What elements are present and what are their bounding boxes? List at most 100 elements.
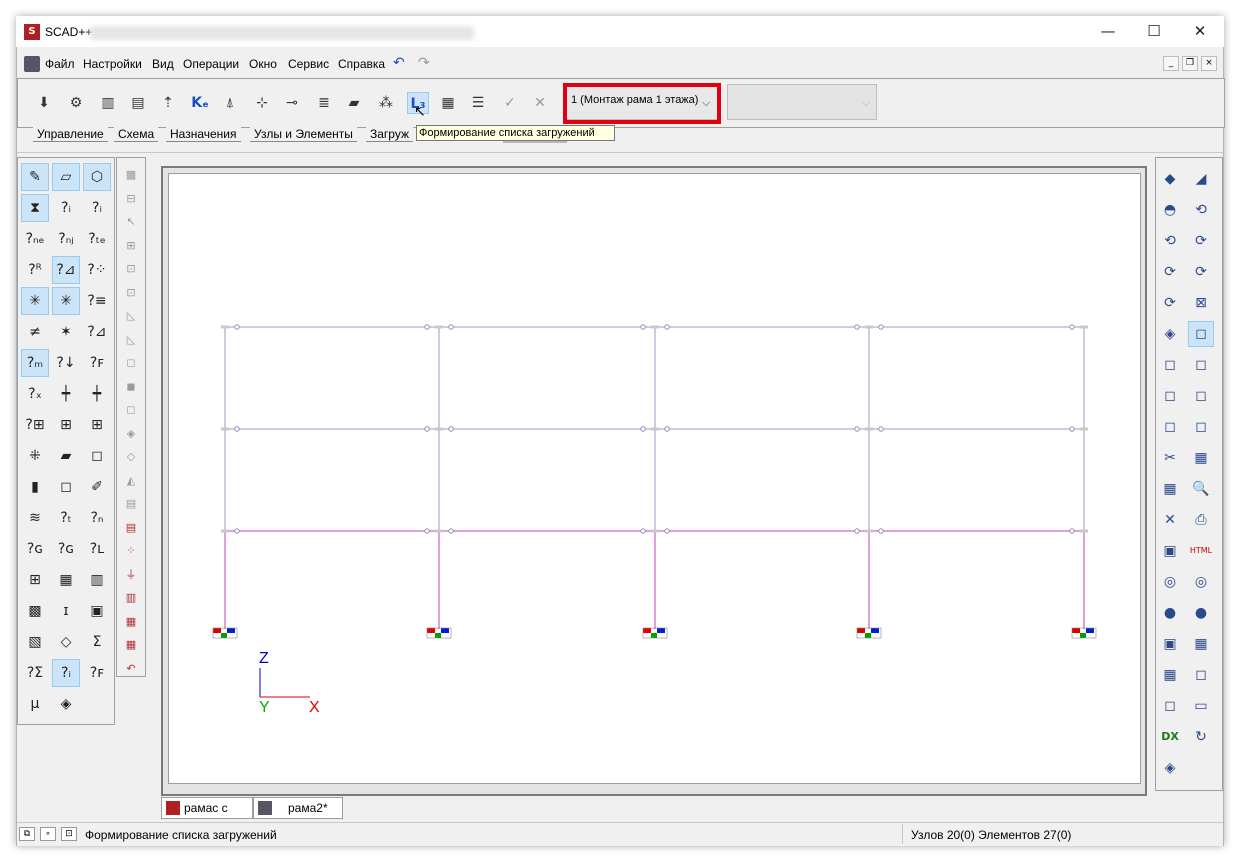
left2-tool-13-icon[interactable]: ◭ bbox=[122, 472, 140, 490]
right-tool-29-icon[interactable]: ● bbox=[1188, 600, 1214, 626]
right-tool-33-icon[interactable]: ◻ bbox=[1188, 662, 1214, 688]
left-tool-42-icon[interactable]: ▩ bbox=[21, 597, 49, 625]
left-tool-30-icon[interactable]: ▮ bbox=[21, 473, 49, 501]
apply-check-icon[interactable]: ✓ bbox=[499, 92, 521, 114]
left-tool-15-icon[interactable]: ≠ bbox=[21, 318, 49, 346]
right-tool-24-icon[interactable]: ▣ bbox=[1157, 538, 1183, 564]
right-tool-19-icon[interactable]: ▦ bbox=[1188, 445, 1214, 471]
left-tool-28-icon[interactable]: ▰ bbox=[52, 442, 80, 470]
left2-tool-21-icon[interactable]: ↶ bbox=[122, 660, 140, 678]
tab-assignments[interactable]: Назначения bbox=[166, 127, 241, 142]
left-tool-4-icon[interactable]: ?ᵢ bbox=[52, 194, 80, 222]
yellow-load-icon[interactable]: ▰ bbox=[343, 92, 365, 114]
left2-tool-7-icon[interactable]: ◺ bbox=[122, 331, 140, 349]
secondary-combo[interactable] bbox=[727, 84, 877, 120]
status-nodes-icon[interactable]: ∘ bbox=[40, 827, 56, 841]
layers-icon[interactable]: ≣ bbox=[313, 92, 335, 114]
frame-model[interactable]: Z Y X bbox=[169, 174, 1142, 785]
left-tool-51-icon[interactable]: μ bbox=[21, 690, 49, 718]
left-tool-49-icon[interactable]: ?ᵢ bbox=[52, 659, 80, 687]
left-tool-5-icon[interactable]: ?ᵢ bbox=[83, 194, 111, 222]
settings-icon[interactable]: ⚙ bbox=[65, 92, 87, 114]
right-tool-23-icon[interactable]: ⎙ bbox=[1188, 507, 1214, 533]
load-up-icon[interactable]: ⇡ bbox=[157, 92, 179, 114]
left2-tool-6-icon[interactable]: ◺ bbox=[122, 307, 140, 325]
left-tool-26-icon[interactable]: ⊞ bbox=[83, 411, 111, 439]
left-tool-52-icon[interactable]: ◈ bbox=[52, 690, 80, 718]
left-tool-35-icon[interactable]: ?ₙ bbox=[83, 504, 111, 532]
left-tool-34-icon[interactable]: ?ₜ bbox=[52, 504, 80, 532]
load-nodes-icon[interactable]: ⬇ bbox=[33, 92, 55, 114]
right-tool-26-icon[interactable]: ◎ bbox=[1157, 569, 1183, 595]
menu-window[interactable]: Окно bbox=[249, 57, 277, 71]
left2-tool-10-icon[interactable]: ◻ bbox=[122, 401, 140, 419]
left-tool-24-icon[interactable]: ?⊞ bbox=[21, 411, 49, 439]
left-tool-8-icon[interactable]: ?ₜₑ bbox=[83, 225, 111, 253]
left-tool-45-icon[interactable]: ▧ bbox=[21, 628, 49, 656]
load-combination-icon[interactable]: ▦ bbox=[437, 92, 459, 114]
left-tool-17-icon[interactable]: ?⊿ bbox=[83, 318, 111, 346]
menu-help[interactable]: Справка bbox=[338, 57, 385, 71]
left-tool-13-icon[interactable]: ✳ bbox=[52, 287, 80, 315]
right-tool-15-icon[interactable]: ◻ bbox=[1188, 383, 1214, 409]
left2-tool-20-icon[interactable]: ▦ bbox=[122, 636, 140, 654]
tab-scheme[interactable]: Схема bbox=[114, 127, 159, 142]
left-tool-33-icon[interactable]: ≋ bbox=[21, 504, 49, 532]
left2-tool-8-icon[interactable]: ◻ bbox=[122, 354, 140, 372]
left-tool-14-icon[interactable]: ?≡ bbox=[83, 287, 111, 315]
right-tool-13-icon[interactable]: ◻ bbox=[1188, 352, 1214, 378]
left-tool-29-icon[interactable]: ◻ bbox=[83, 442, 111, 470]
node-insert-icon[interactable]: ⊹ bbox=[251, 92, 273, 114]
left-tool-38-icon[interactable]: ?ʟ bbox=[83, 535, 111, 563]
left-tool-23-icon[interactable]: ┿ bbox=[83, 380, 111, 408]
maximize-button[interactable]: ☐ bbox=[1131, 16, 1177, 47]
left-tool-16-icon[interactable]: ✶ bbox=[52, 318, 80, 346]
left-tool-21-icon[interactable]: ?ₓ bbox=[21, 380, 49, 408]
left2-tool-4-icon[interactable]: ⊡ bbox=[122, 260, 140, 278]
right-tool-30-icon[interactable]: ▣ bbox=[1157, 631, 1183, 657]
left-tool-9-icon[interactable]: ?ᴿ bbox=[21, 256, 49, 284]
left-tool-39-icon[interactable]: ⊞ bbox=[21, 566, 49, 594]
left-tool-18-icon[interactable]: ?ₘ bbox=[21, 349, 49, 377]
mdi-restore-button[interactable]: ❐ bbox=[1182, 56, 1198, 71]
right-tool-12-icon[interactable]: ◻ bbox=[1157, 352, 1183, 378]
left-tool-19-icon[interactable]: ?↓ bbox=[52, 349, 80, 377]
left-tool-37-icon[interactable]: ?ɢ bbox=[52, 535, 80, 563]
redo-icon[interactable]: ↷ bbox=[418, 55, 430, 71]
right-tool-3-icon[interactable]: ⟲ bbox=[1188, 197, 1214, 223]
mdi-minimize-button[interactable]: _ bbox=[1163, 56, 1179, 71]
right-tool-31-icon[interactable]: ▦ bbox=[1188, 631, 1214, 657]
left2-tool-18-icon[interactable]: ▥ bbox=[122, 589, 140, 607]
nodes-scatter-icon[interactable]: ⁂ bbox=[375, 92, 397, 114]
document-menu-icon[interactable] bbox=[24, 56, 40, 72]
right-tool-22-icon[interactable]: ✕ bbox=[1157, 507, 1183, 533]
left-tool-25-icon[interactable]: ⊞ bbox=[52, 411, 80, 439]
right-tool-6-icon[interactable]: ⟳ bbox=[1157, 259, 1183, 285]
mdi-close-button[interactable]: × bbox=[1201, 56, 1217, 71]
left2-tool-14-icon[interactable]: ▤ bbox=[122, 495, 140, 513]
status-panel-icon[interactable]: ⧉ bbox=[19, 827, 35, 841]
drawing-canvas[interactable]: Z Y X bbox=[168, 173, 1141, 784]
left-tool-27-icon[interactable]: ⁜ bbox=[21, 442, 49, 470]
right-tool-20-icon[interactable]: ▦ bbox=[1157, 476, 1183, 502]
left-tool-11-icon[interactable]: ?⁘ bbox=[83, 256, 111, 284]
chevron-down-icon-2[interactable]: ⌵ bbox=[862, 96, 870, 110]
left-tool-44-icon[interactable]: ▣ bbox=[83, 597, 111, 625]
left-tool-47-icon[interactable]: Σ bbox=[83, 628, 111, 656]
menu-service[interactable]: Сервис bbox=[288, 57, 329, 71]
right-tool-35-icon[interactable]: ▭ bbox=[1188, 693, 1214, 719]
right-tool-37-icon[interactable]: ↻ bbox=[1188, 724, 1214, 750]
left2-tool-17-icon[interactable]: ⏚ bbox=[122, 566, 140, 584]
undo-icon[interactable]: ↶ bbox=[393, 55, 405, 71]
left2-tool-1-icon[interactable]: ⊟ bbox=[122, 190, 140, 208]
left2-tool-16-icon[interactable]: ⁘ bbox=[122, 542, 140, 560]
left-tool-22-icon[interactable]: ┿ bbox=[52, 380, 80, 408]
right-tool-27-icon[interactable]: ◎ bbox=[1188, 569, 1214, 595]
right-tool-18-icon[interactable]: ✂ bbox=[1157, 445, 1183, 471]
tab-loads[interactable]: Загруж bbox=[366, 127, 413, 142]
left-tool-50-icon[interactable]: ?ꜰ bbox=[83, 659, 111, 687]
left2-tool-11-icon[interactable]: ◈ bbox=[122, 425, 140, 443]
left2-tool-15-icon[interactable]: ▤ bbox=[122, 519, 140, 537]
node-split-icon[interactable]: ⊸ bbox=[281, 92, 303, 114]
left2-tool-9-icon[interactable]: ◼ bbox=[122, 378, 140, 396]
